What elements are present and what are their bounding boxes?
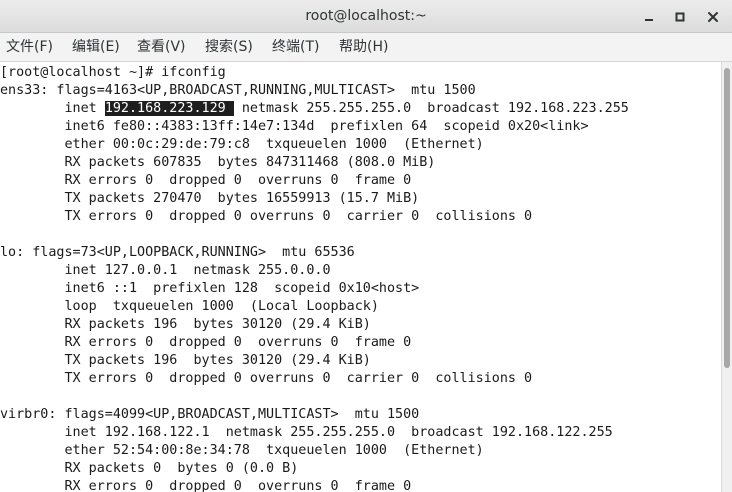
terminal-line-prefix: inet	[0, 101, 105, 116]
menu-terminal[interactable]: 终端(T)	[272, 33, 319, 61]
terminal-line: ether 00:0c:29:de:79:c8 txqueuelen 1000 …	[0, 137, 484, 152]
terminal-line: inet 192.168.122.1 netmask 255.255.255.0…	[0, 425, 613, 440]
menu-file[interactable]: 文件(F)	[6, 33, 53, 61]
terminal-line: loop txqueuelen 1000 (Local Loopback)	[0, 299, 379, 314]
menu-help[interactable]: 帮助(H)	[339, 33, 388, 61]
terminal-line: [root@localhost ~]# ifconfig	[0, 65, 226, 80]
terminal-line: RX errors 0 dropped 0 overruns 0 frame 0	[0, 173, 412, 188]
terminal-line: inet6 ::1 prefixlen 128 scopeid 0x10<hos…	[0, 281, 420, 296]
terminal-line: TX errors 0 dropped 0 overruns 0 carrier…	[0, 371, 533, 386]
terminal-line: RX packets 607835 bytes 847311468 (808.0…	[0, 155, 436, 170]
terminal-line-rest: netmask 255.255.255.0 broadcast 192.168.…	[233, 101, 629, 116]
close-button[interactable]	[700, 4, 726, 28]
menu-search[interactable]: 搜索(S)	[205, 33, 253, 61]
terminal-line: ether 52:54:00:8e:34:78 txqueuelen 1000 …	[0, 443, 484, 458]
vertical-scrollbar[interactable]	[721, 62, 732, 492]
terminal-line: ens33: flags=4163<UP,BROADCAST,RUNNING,M…	[0, 83, 476, 98]
title-bar[interactable]: root@localhost:~	[0, 0, 732, 33]
terminal-line: RX errors 0 dropped 0 overruns 0 frame 0	[0, 479, 412, 492]
terminal-line: RX errors 0 dropped 0 overruns 0 frame 0	[0, 335, 412, 350]
terminal-line: lo: flags=73<UP,LOOPBACK,RUNNING> mtu 65…	[0, 245, 355, 260]
menu-view[interactable]: 查看(V)	[137, 33, 186, 61]
terminal-line: TX errors 0 dropped 0 overruns 0 carrier…	[0, 209, 533, 224]
terminal-output[interactable]: [root@localhost ~]# ifconfig ens33: flag…	[0, 62, 721, 492]
terminal-line: RX packets 196 bytes 30120 (29.4 KiB)	[0, 317, 371, 332]
window-title: root@localhost:~	[305, 8, 427, 24]
close-icon	[708, 11, 718, 22]
terminal-line: TX packets 196 bytes 30120 (29.4 KiB)	[0, 353, 371, 368]
scrollbar-thumb[interactable]	[724, 68, 730, 368]
minimize-icon	[645, 18, 653, 21]
terminal-line: virbr0: flags=4099<UP,BROADCAST,MULTICAS…	[0, 407, 420, 422]
maximize-icon	[675, 12, 685, 21]
terminal-line: TX packets 270470 bytes 16559913 (15.7 M…	[0, 191, 420, 206]
menu-edit[interactable]: 编辑(E)	[72, 33, 120, 61]
minimize-button[interactable]	[636, 4, 662, 28]
terminal-line: inet6 fe80::4383:13ff:14e7:134d prefixle…	[0, 119, 589, 134]
terminal-line: RX packets 0 bytes 0 (0.0 B)	[0, 461, 299, 476]
terminal-line: inet 127.0.0.1 netmask 255.0.0.0	[0, 263, 331, 278]
terminal-line: inet 192.168.223.129 netmask 255.255.255…	[0, 100, 629, 118]
terminal-window: root@localhost:~ 文件(F) 编辑(E) 查看(V) 搜索(S)…	[0, 0, 732, 492]
menu-bar: 文件(F) 编辑(E) 查看(V) 搜索(S) 终端(T) 帮助(H)	[0, 33, 732, 62]
maximize-button[interactable]	[667, 4, 693, 28]
selected-ip-address[interactable]: 192.168.223.129	[104, 101, 234, 116]
